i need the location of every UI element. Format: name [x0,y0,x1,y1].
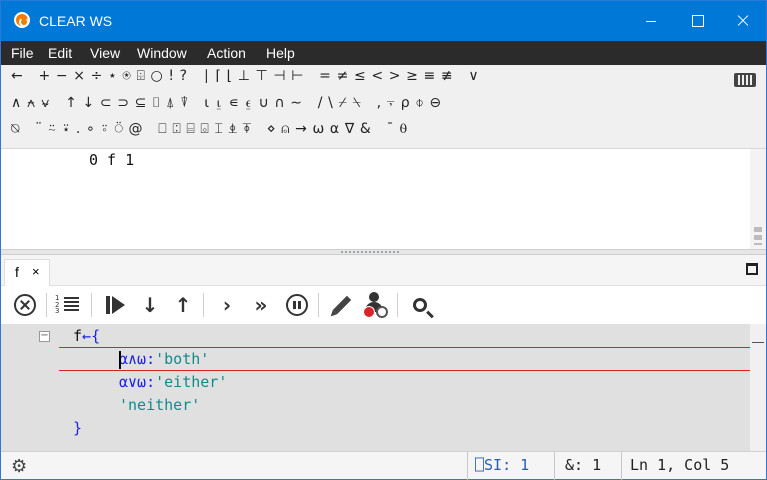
fast-forward-icon: » [254,293,268,317]
stop-line-top [59,347,766,348]
guard-either: ⍺∨⍵: [119,373,156,391]
pause-button[interactable] [283,292,311,318]
run-button[interactable] [102,292,130,318]
menu-bar: File Edit View Window Action Help [1,41,766,65]
language-bar: ← + − × ÷ ⋆ ⍟ ⌹ ○ ! ? ∣ ⌈ ⌊ ⊥ ⊤ ⊣ ⊢ = ≠ … [1,65,766,149]
step-out-button[interactable]: ↑ [169,292,197,318]
session-scrollbar[interactable] [750,149,766,249]
search-icon [413,298,427,312]
code-line-4[interactable]: 'neither' [119,396,200,414]
line-numbers-icon: 123 [55,295,81,315]
stop-line-bottom [59,370,766,371]
keyboard-icon[interactable] [734,73,756,87]
dyalog-app-icon [14,12,30,28]
session-window[interactable]: 0 f 1 [1,149,766,249]
code-line-3[interactable]: ⍺∨⍵:'either' [119,373,227,391]
menu-help[interactable]: Help [266,45,295,61]
close-brace: } [73,419,83,437]
maximize-button[interactable] [674,1,720,41]
status-si[interactable]: ⎕SI: 1 [467,452,554,480]
code-line-5[interactable]: } [73,419,82,437]
guard-both: ⍺∧⍵: [119,350,156,368]
text-caret [119,351,121,369]
gear-icon[interactable]: ⚙ [11,456,27,477]
edit-icon [332,295,352,315]
string-either: 'either' [155,373,228,391]
continue-button[interactable]: » [247,292,275,318]
skip-button[interactable]: › [213,292,241,318]
menu-window[interactable]: Window [137,45,187,61]
clear-stops-button[interactable] [362,292,390,318]
editor-toolbar: 123 ↓ ↑ › » [1,286,766,324]
tab-f[interactable]: f × [4,259,50,286]
menu-view[interactable]: View [90,45,120,61]
language-bar-row-2[interactable]: ∧ ⍲ ⍱ ↑ ↓ ⊂ ⊃ ⊆ ⌷ ⍋ ⍒ ⍳ ⍸ ∊ ⍷ ∪ ∩ ∼ / \ … [11,95,442,121]
editor-tab-bar: f × [1,255,766,286]
title-bar: CLEAR WS [1,1,766,41]
quit-button[interactable] [11,292,39,318]
step-out-icon: ↑ [174,293,192,317]
search-button[interactable] [406,292,434,318]
pause-icon [286,294,308,316]
menu-action[interactable]: Action [207,45,246,61]
menu-edit[interactable]: Edit [48,45,72,61]
line-numbers-button[interactable]: 123 [54,292,82,318]
close-circle-icon [14,294,36,316]
string-both: 'both' [155,350,210,368]
tab-close-icon[interactable]: × [32,264,40,279]
app-window: CLEAR WS File Edit View Window Action He… [0,0,767,480]
language-bar-row-3[interactable]: ⍉ ¨ ⍨ ⍣ . ∘ ⍤ ⍥ @ ⎕ ⍠ ⌸ ⌺ ⌶ ⍎ ⍕ ⋄ ⍝ → ⍵ … [11,121,408,147]
toolbar-separator [203,293,204,317]
tab-label: f [15,264,19,280]
language-bar-row-1[interactable]: ← + − × ÷ ⋆ ⍟ ⌹ ○ ! ? ∣ ⌈ ⌊ ⊥ ⊤ ⊣ ⊢ = ≠ … [11,68,479,94]
close-window-button[interactable] [720,1,766,41]
code-editor[interactable]: − f←{ ⍺∧⍵:'both' ⍺∨⍵:'either' 'neither' … [1,324,766,451]
minimize-button[interactable] [628,1,674,41]
session-input-line[interactable]: 0 f 1 [89,151,134,169]
editor-scrollbar[interactable] [750,324,766,451]
code-line-1[interactable]: f←{ [73,327,100,345]
status-cursor-position: Ln 1, Col 5 [621,452,766,480]
step-into-button[interactable]: ↓ [136,292,164,318]
string-neither: 'neither' [119,396,201,414]
toolbar-separator [46,293,47,317]
status-bar: ⚙ ⎕SI: 1 &: 1 Ln 1, Col 5 [1,451,766,480]
toolbar-separator [397,293,398,317]
toolbar-separator [91,293,92,317]
open-brace: { [91,327,101,345]
code-line-2[interactable]: ⍺∧⍵:'both' [119,350,209,368]
function-name: f [73,327,83,345]
clear-stops-icon [363,292,389,318]
menu-file[interactable]: File [11,45,34,61]
assign-arrow: ← [82,327,92,345]
window-title: CLEAR WS [39,13,113,29]
edit-name-button[interactable] [328,292,356,318]
toolbar-separator [318,293,319,317]
fold-marker-icon[interactable]: − [39,331,50,342]
maximize-panel-icon[interactable] [746,263,758,275]
step-into-icon: ↓ [141,293,159,317]
skip-icon: › [222,293,232,317]
status-threads: &: 1 [554,452,621,480]
run-icon [106,296,126,314]
